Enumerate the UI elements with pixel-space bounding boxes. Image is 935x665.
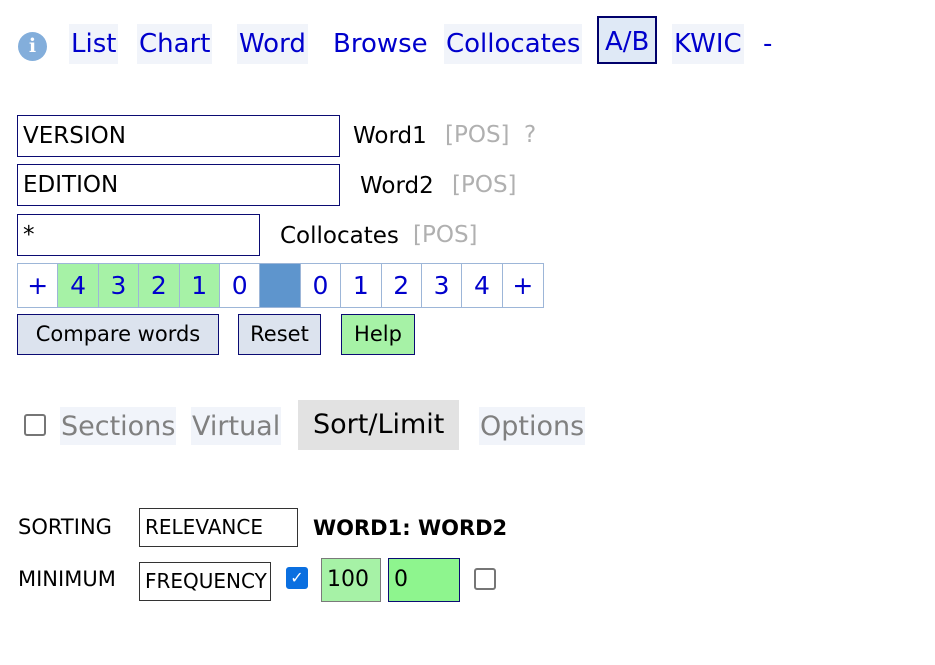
minimum-select[interactable]: FREQUENCY bbox=[139, 562, 271, 601]
tab-kwic[interactable]: KWIC bbox=[672, 24, 744, 64]
tab-sort-limit[interactable]: Sort/Limit bbox=[298, 400, 460, 450]
span-left-4[interactable]: 4 bbox=[58, 264, 99, 307]
span-right-0[interactable]: 0 bbox=[301, 264, 342, 307]
span-left-3[interactable]: 3 bbox=[98, 264, 140, 307]
tab-sections[interactable]: Sections bbox=[60, 407, 177, 445]
compare-words-button[interactable]: Compare words bbox=[17, 314, 219, 355]
word1-input[interactable]: VERSION bbox=[17, 115, 340, 157]
span-right-2[interactable]: 2 bbox=[382, 264, 422, 307]
span-right-expand[interactable]: + bbox=[503, 264, 543, 307]
span-right-4[interactable]: 4 bbox=[462, 264, 503, 307]
tab-browse[interactable]: Browse bbox=[331, 24, 430, 64]
span-left-1[interactable]: 1 bbox=[179, 264, 220, 307]
collocates-input[interactable]: * bbox=[17, 214, 260, 256]
span-node bbox=[260, 264, 301, 307]
tab-options[interactable]: Options bbox=[479, 407, 586, 445]
tab-virtual[interactable]: Virtual bbox=[191, 407, 282, 445]
tab-list[interactable]: List bbox=[69, 24, 119, 64]
span-left-expand[interactable]: + bbox=[18, 264, 59, 307]
word2-input[interactable]: EDITION bbox=[17, 164, 340, 206]
collocates-pos-link[interactable]: [POS] bbox=[413, 215, 478, 255]
tab-collocates[interactable]: Collocates bbox=[444, 24, 583, 64]
span-left-2[interactable]: 2 bbox=[139, 264, 180, 307]
nav-dash[interactable]: - bbox=[763, 24, 772, 64]
extra-checkbox[interactable] bbox=[474, 568, 496, 590]
word2-pos-link[interactable]: [POS] bbox=[452, 165, 517, 205]
sort-description: WORD1: WORD2 bbox=[313, 516, 508, 540]
sorting-select[interactable]: RELEVANCE bbox=[139, 508, 298, 547]
tab-ab[interactable]: A/B bbox=[597, 16, 658, 64]
collocates-label: Collocates bbox=[280, 223, 399, 249]
reset-button[interactable]: Reset bbox=[238, 314, 321, 355]
min-collocate-frequency-input[interactable]: 0 bbox=[388, 558, 460, 602]
span-grid: + 4 3 2 1 0 0 1 2 3 4 + bbox=[17, 263, 545, 308]
span-right-1[interactable]: 1 bbox=[341, 264, 382, 307]
span-right-3[interactable]: 3 bbox=[422, 264, 463, 307]
sorting-label: SORTING bbox=[18, 515, 112, 539]
minimum-label: MINIMUM bbox=[18, 567, 116, 591]
tab-chart[interactable]: Chart bbox=[137, 24, 213, 64]
help-question-icon[interactable]: ? bbox=[524, 115, 536, 155]
help-button[interactable]: Help bbox=[341, 314, 415, 355]
min-word-frequency-input[interactable]: 100 bbox=[321, 558, 381, 602]
sections-checkbox[interactable] bbox=[24, 414, 46, 436]
span-left-0[interactable]: 0 bbox=[220, 264, 261, 307]
word1-label: Word1 bbox=[353, 123, 427, 149]
word1-pos-link[interactable]: [POS] bbox=[445, 115, 510, 155]
frequency-checkbox[interactable]: ✓ bbox=[286, 567, 308, 589]
word2-label: Word2 bbox=[360, 173, 434, 199]
tab-word[interactable]: Word bbox=[237, 24, 308, 64]
info-icon[interactable]: i bbox=[18, 32, 47, 61]
